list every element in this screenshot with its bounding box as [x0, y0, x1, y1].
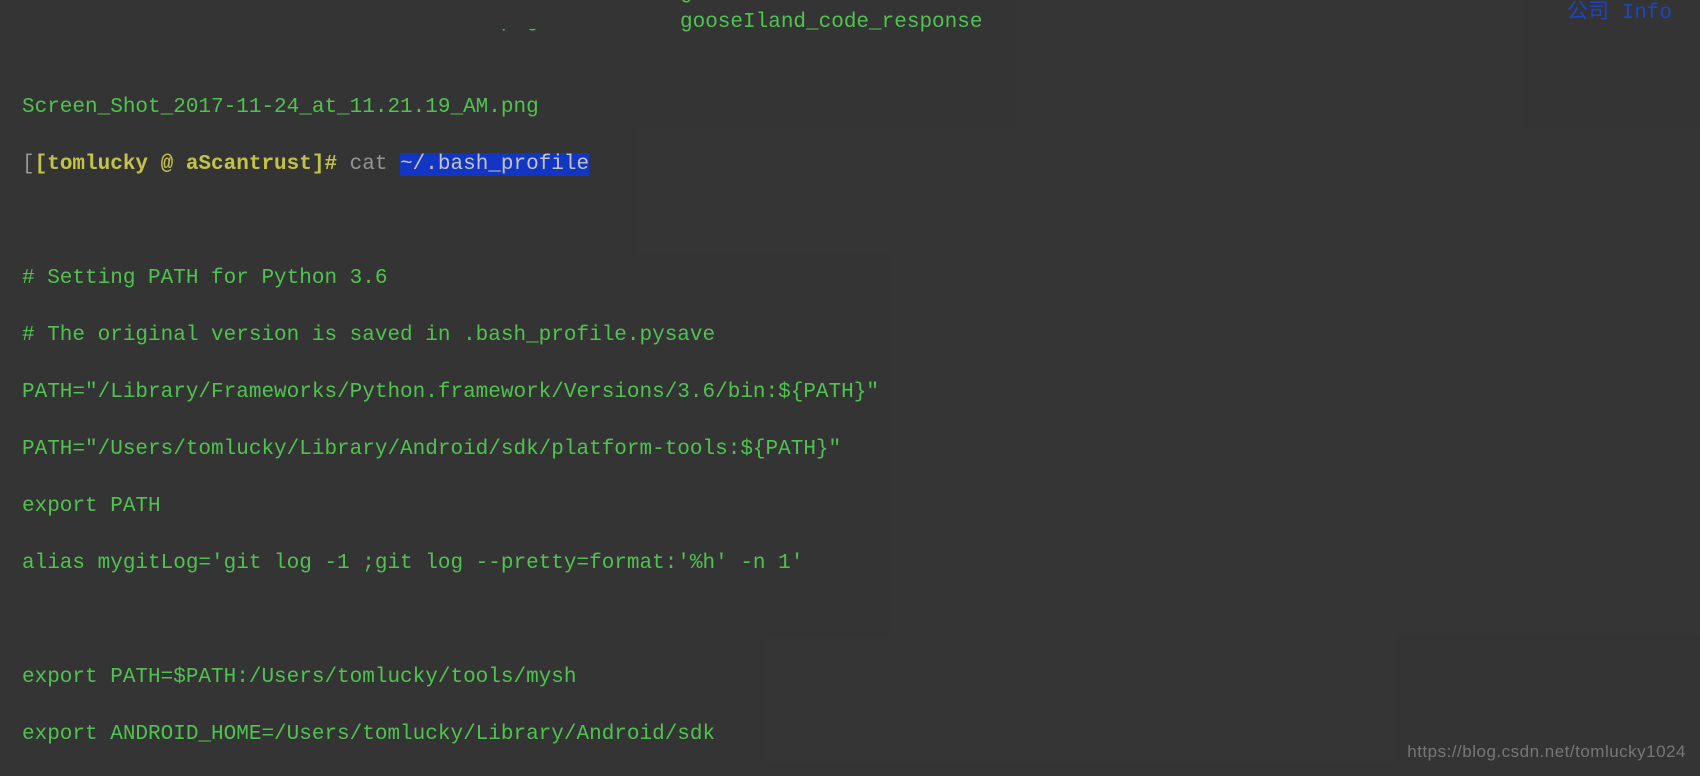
prompt-line-1: [[tomlucky @ aScantrust]# cat ~/.bash_pr… — [22, 151, 1700, 180]
ls-file-line: Screen_Shot_2017-11-24_at_11.21.19_AM.pn… — [22, 94, 1700, 123]
background-link: 公司 Info — [1567, 0, 1672, 29]
watermark-text: https://blog.csdn.net/tomlucky1024 — [1407, 738, 1686, 767]
selected-argument[interactable]: ~/.bash_profile — [400, 153, 589, 176]
file-line: export PATH=$PATH:/Users/tomlucky/tools/… — [22, 664, 1700, 693]
file-line: PATH="/Library/Frameworks/Python.framewo… — [22, 379, 1700, 408]
file-listing-col2: gitRebase.mov gooseIland_code_response — [680, 0, 982, 37]
blank-line — [22, 607, 1700, 636]
file-line: alias mygitLog='git log -1 ;git log --pr… — [22, 550, 1700, 579]
file-line: export PATH — [22, 493, 1700, 522]
file-line: PATH="/Users/tomlucky/Library/Android/sd… — [22, 436, 1700, 465]
terminal-output[interactable]: Screen_Shot_2018-03-02_at_11.30.09_AM.pn… — [0, 0, 1700, 776]
file-line: # The original version is saved in .bash… — [22, 322, 1700, 351]
blank-line — [22, 208, 1700, 237]
file-line: # Setting PATH for Python 3.6 — [22, 265, 1700, 294]
